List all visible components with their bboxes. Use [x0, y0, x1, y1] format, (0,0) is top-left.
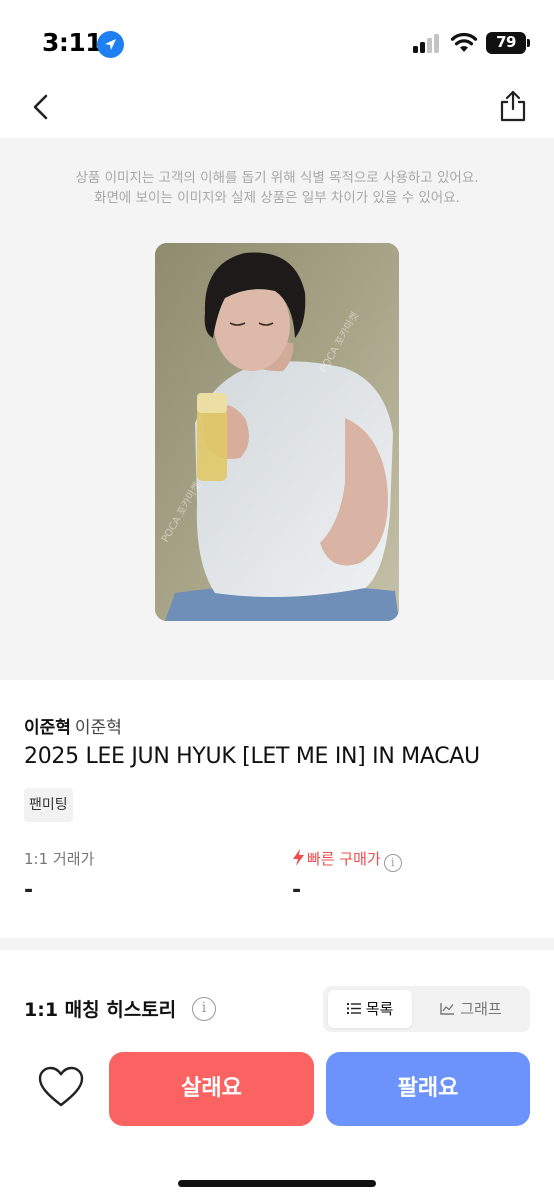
history-view-toggle: 목록 그래프: [323, 986, 530, 1032]
artist-subname: 이준혁: [74, 718, 122, 738]
trade-price-label: 1:1 거래가: [24, 850, 95, 868]
buy-button[interactable]: 살래요: [109, 1052, 314, 1126]
back-arrow-icon[interactable]: [28, 92, 56, 122]
list-icon: [346, 1003, 361, 1014]
bottom-action-bar: 살래요 팔래요: [0, 1052, 554, 1126]
category-tag: 팬미팅: [24, 788, 73, 822]
cellular-signal-icon: [413, 33, 443, 53]
lightning-icon: [293, 849, 304, 866]
status-bar: 3:11 79: [0, 0, 554, 80]
product-photo[interactable]: POCA 포카마켓 POCA 포카마켓: [155, 243, 399, 621]
product-title: 2025 LEE JUN HYUK [LET ME IN] IN MACAU: [24, 744, 480, 769]
status-time: 3:11: [42, 28, 103, 57]
image-notice: 상품 이미지는 고객의 이해를 돕기 위해 식별 목적으로 사용하고 있어요. …: [0, 168, 554, 208]
home-indicator: [178, 1180, 376, 1187]
product-image-area: 상품 이미지는 고객의 이해를 돕기 위해 식별 목적으로 사용하고 있어요. …: [0, 138, 554, 680]
sell-button[interactable]: 팔래요: [326, 1052, 530, 1126]
fast-price-label: 빠른 구매가: [307, 850, 381, 868]
image-notice-line-2: 화면에 보이는 이미지와 실제 상품은 일부 차이가 있을 수 있어요.: [94, 190, 460, 206]
battery-icon: 79: [486, 32, 530, 54]
battery-level: 79: [496, 33, 516, 51]
tab-list[interactable]: 목록: [328, 990, 412, 1028]
section-divider: [0, 938, 554, 950]
image-notice-line-1: 상품 이미지는 고객의 이해를 돕기 위해 식별 목적으로 사용하고 있어요.: [75, 170, 479, 186]
history-title: 1:1 매칭 히스토리: [24, 999, 177, 1021]
tab-graph-label: 그래프: [460, 1000, 502, 1018]
fast-price-info-icon[interactable]: i: [383, 854, 402, 872]
artist-name[interactable]: 이준혁: [24, 718, 71, 738]
wifi-icon: [450, 32, 478, 52]
tab-list-label: 목록: [365, 1000, 394, 1018]
history-info-icon[interactable]: i: [192, 997, 216, 1021]
location-arrow-icon: [97, 31, 124, 58]
share-icon[interactable]: [498, 89, 528, 123]
product-photo-illustration: POCA 포카마켓 POCA 포카마켓: [155, 243, 399, 621]
artist-line: 이준혁 이준혁: [24, 713, 122, 738]
heart-icon[interactable]: [38, 1066, 84, 1108]
trade-price-value: -: [24, 878, 34, 903]
fast-price-label-group: 빠른 구매가 i: [292, 848, 402, 872]
nav-bar: [0, 80, 554, 138]
fast-price-value: -: [292, 878, 302, 903]
tab-graph[interactable]: 그래프: [419, 990, 523, 1028]
line-chart-icon: [440, 1003, 455, 1015]
